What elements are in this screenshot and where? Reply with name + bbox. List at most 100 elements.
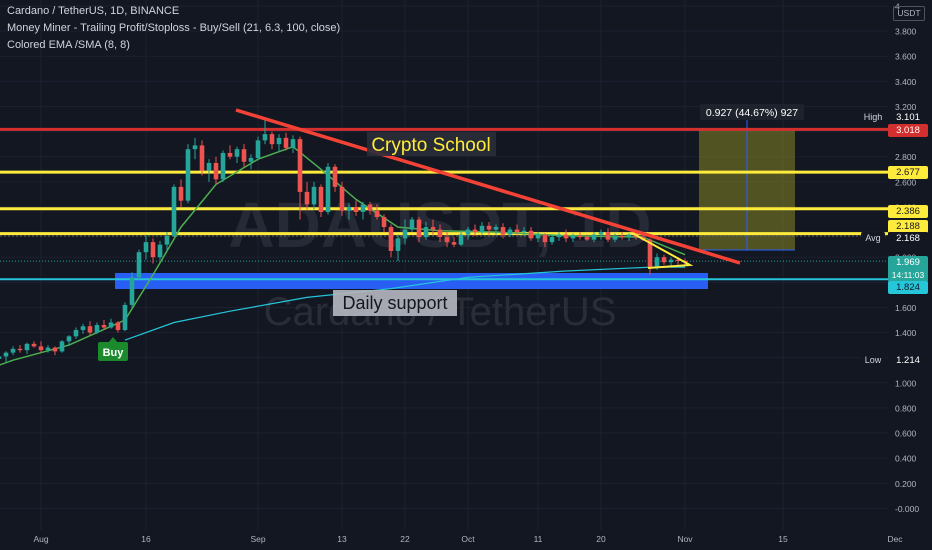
- candle: [185, 144, 191, 204]
- candle-body: [262, 134, 268, 141]
- candle: [339, 181, 345, 216]
- candle-body: [10, 348, 16, 353]
- candle-body: [227, 152, 233, 157]
- candle: [234, 146, 240, 163]
- high-value-tag: 3.101: [888, 111, 928, 124]
- candle: [276, 134, 282, 152]
- price-tick-label: 3.600: [895, 52, 917, 62]
- candle-body: [290, 139, 296, 148]
- candle: [52, 346, 58, 356]
- last-price-value: 1.969: [896, 257, 920, 268]
- price-tick-label: 0.200: [895, 479, 917, 489]
- price-tick-label: -0.000: [895, 504, 919, 514]
- price-tick-label: 1.400: [895, 328, 917, 338]
- candle: [283, 132, 289, 151]
- candle: [178, 179, 184, 207]
- candle-body: [549, 237, 555, 243]
- date-tick-label: 13: [337, 534, 347, 544]
- candle: [10, 346, 16, 356]
- time-axis[interactable]: [0, 530, 888, 550]
- indicator-ema-sma[interactable]: Colored EMA /SMA (8, 8): [7, 39, 130, 51]
- candle-body: [500, 227, 506, 235]
- price-tick-label: 0.600: [895, 429, 917, 439]
- buy-signal: Buy: [98, 337, 128, 361]
- price-tick-label: 3.800: [895, 27, 917, 37]
- price-tick-label: 3.400: [895, 77, 917, 87]
- currency-badge[interactable]: USDT: [893, 6, 925, 21]
- candle-body: [101, 325, 107, 328]
- candle: [668, 257, 674, 266]
- candle-body: [388, 227, 394, 251]
- date-tick-label: Nov: [677, 534, 693, 544]
- candle: [3, 351, 9, 363]
- candle-body: [451, 242, 457, 245]
- date-tick-label: Aug: [33, 534, 48, 544]
- candle-body: [150, 242, 156, 258]
- candle-body: [535, 234, 541, 239]
- candle-body: [437, 229, 443, 238]
- daily-support-label: Daily support: [333, 290, 457, 316]
- candle-body: [507, 229, 513, 235]
- date-tick-label: 16: [141, 534, 151, 544]
- symbol-title[interactable]: Cardano / TetherUS, 1D, BINANCE: [7, 5, 179, 17]
- indicator-money-miner[interactable]: Money Miner - Trailing Profit/Stoploss -…: [7, 22, 340, 34]
- candle: [115, 321, 121, 333]
- candle-body: [528, 230, 534, 239]
- candle-body: [52, 347, 58, 352]
- candle-body: [164, 235, 170, 245]
- candle-body: [395, 238, 401, 251]
- candle-body: [325, 166, 331, 212]
- price-tick-label: 2.800: [895, 152, 917, 162]
- candle-body: [94, 325, 100, 333]
- candle: [0, 356, 2, 359]
- date-tick-label: Dec: [887, 534, 903, 544]
- candle: [661, 254, 667, 265]
- candle-body: [87, 326, 93, 333]
- crypto-school-text: Crypto School: [371, 135, 490, 156]
- candle: [241, 144, 247, 167]
- candle-body: [234, 149, 240, 157]
- avg-value-tag: 2.168: [888, 232, 928, 245]
- price-tick-label: 1.000: [895, 378, 917, 388]
- candle: [150, 238, 156, 264]
- candle-body: [255, 140, 261, 158]
- candle-body: [661, 257, 667, 263]
- date-tick-label: 22: [400, 534, 410, 544]
- candle-body: [143, 242, 149, 253]
- candle-body: [465, 229, 471, 235]
- candle-body: [3, 352, 9, 357]
- candle-body: [24, 343, 30, 351]
- candle-body: [108, 322, 114, 328]
- candle-body: [122, 304, 128, 331]
- price-tick-label: 0.800: [895, 403, 917, 413]
- candle-body: [59, 341, 65, 352]
- candle-body: [570, 235, 576, 239]
- candle-body: [339, 186, 345, 211]
- candle-body: [206, 163, 212, 171]
- low-key-tag: Low: [861, 354, 885, 367]
- candle-body: [402, 229, 408, 239]
- candle-body: [493, 227, 499, 230]
- candlestick-chart[interactable]: ADAUSDT, 1D Cardano / TetherUS Crypto Sc…: [0, 0, 932, 550]
- yellow-level-tag-1: 2.677: [888, 166, 928, 179]
- candle: [171, 184, 177, 238]
- candle-body: [367, 204, 373, 211]
- candle-body: [213, 163, 219, 180]
- candle-body: [304, 191, 310, 205]
- date-tick-label: 11: [534, 534, 543, 544]
- price-tick-label: 1.600: [895, 303, 917, 313]
- candle-body: [192, 145, 198, 150]
- candle: [136, 249, 142, 280]
- candle: [157, 240, 163, 260]
- daily-support-zone: [115, 273, 708, 289]
- candle-body: [605, 232, 611, 240]
- candle: [31, 341, 37, 348]
- candle: [73, 327, 79, 339]
- candle: [24, 342, 30, 354]
- candle-body: [115, 322, 121, 331]
- candle-body: [360, 204, 366, 212]
- candle-body: [38, 346, 44, 351]
- candle-body: [514, 229, 520, 233]
- candle-body: [283, 137, 289, 148]
- date-tick-label: Oct: [461, 534, 475, 544]
